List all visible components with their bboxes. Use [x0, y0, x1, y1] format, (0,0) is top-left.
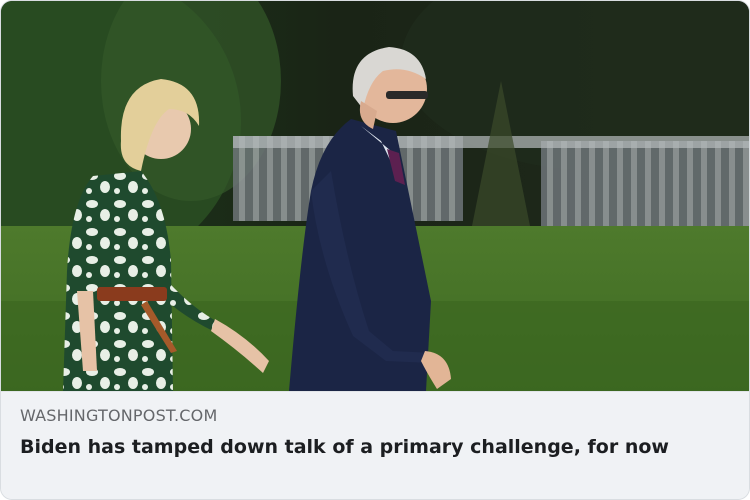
link-preview-card[interactable]: WASHINGTONPOST.COM Biden has tamped down… [0, 0, 750, 500]
article-headline[interactable]: Biden has tamped down talk of a primary … [20, 432, 720, 462]
preview-image[interactable] [1, 1, 749, 391]
source-domain: WASHINGTONPOST.COM [20, 406, 218, 425]
preview-footer[interactable]: WASHINGTONPOST.COM Biden has tamped down… [1, 391, 749, 499]
